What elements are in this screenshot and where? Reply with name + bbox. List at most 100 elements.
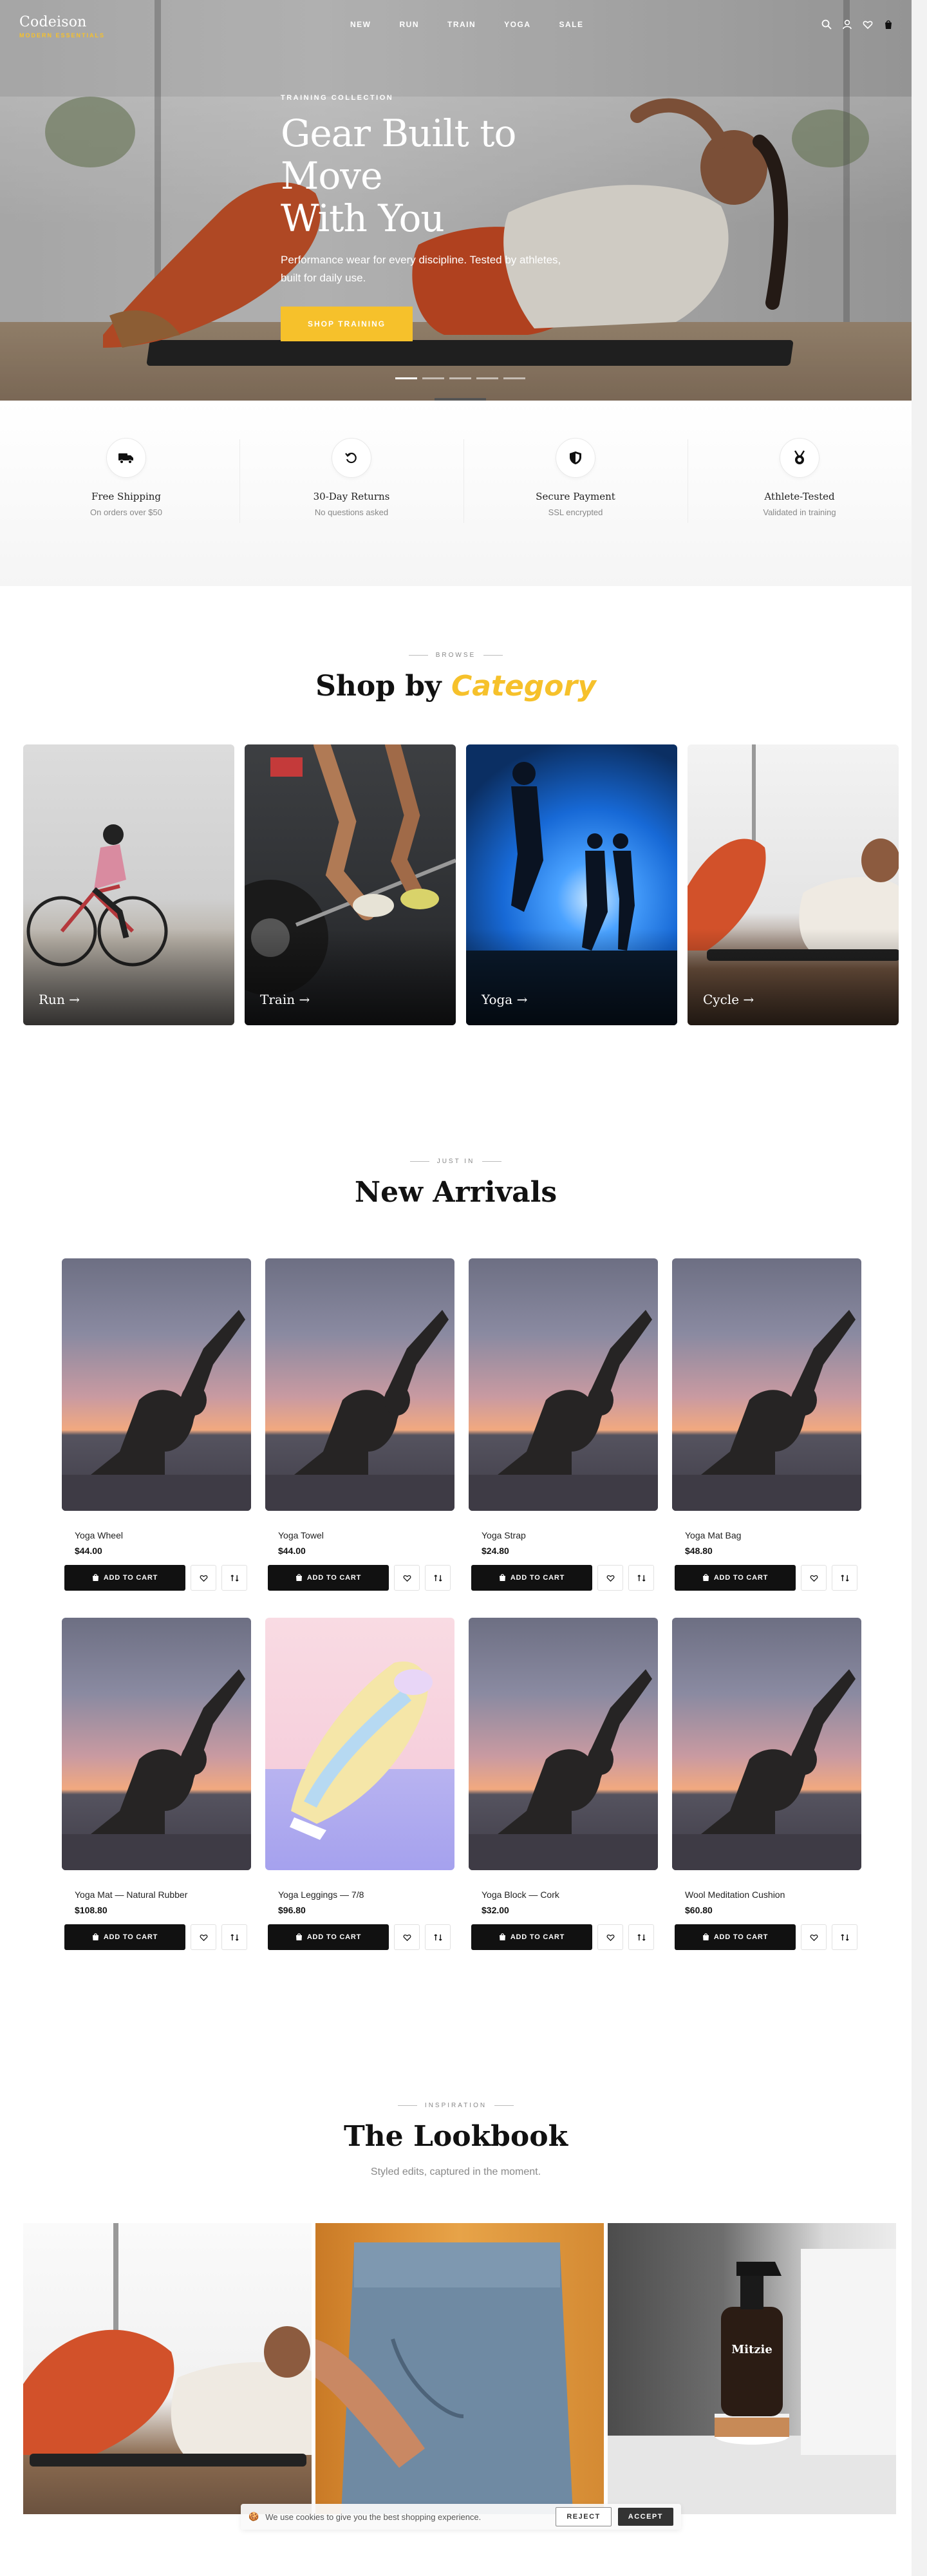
product-card[interactable]: Yoga Leggings — 7/8 $96.80 ADD TO CART (265, 1618, 454, 1950)
page-scroll-gutter (912, 0, 927, 2576)
feature-free-shipping: Free Shipping On orders over $50 (30, 438, 223, 517)
add-to-cart-button[interactable]: ADD TO CART (675, 1924, 796, 1950)
wishlist-icon[interactable] (597, 1924, 623, 1950)
cart-icon[interactable] (882, 18, 895, 31)
medal-icon (780, 438, 819, 478)
product-actions: ADD TO CART (62, 1924, 251, 1950)
slide-dot[interactable] (449, 377, 471, 379)
wishlist-icon[interactable] (861, 18, 874, 31)
wishlist-icon[interactable] (191, 1565, 216, 1591)
categories-title: Shop by Category (315, 670, 596, 703)
site-header: Codeison MODERN ESSENTIALS NEW RUN TRAIN… (0, 0, 912, 52)
arrivals-title: New Arrivals (354, 1176, 557, 1209)
wishlist-icon[interactable] (394, 1565, 420, 1591)
cookie-text: We use cookies to give you the best shop… (265, 2512, 482, 2522)
slide-dot[interactable] (476, 377, 498, 379)
add-to-cart-label: ADD TO CART (103, 1574, 158, 1582)
category-card-run[interactable]: Run → (23, 744, 234, 1025)
product-name[interactable]: Yoga Block — Cork (469, 1889, 658, 1900)
nav-run[interactable]: RUN (400, 20, 420, 29)
product-name[interactable]: Yoga Towel (265, 1530, 454, 1540)
product-card[interactable]: Yoga Mat — Natural Rubber $108.80 ADD TO C… (62, 1618, 251, 1950)
product-name[interactable]: Yoga Leggings — 7/8 (265, 1889, 454, 1900)
hero-content: TRAINING COLLECTION Gear Built to Move W… (281, 94, 615, 341)
compare-icon[interactable] (425, 1565, 451, 1591)
product-name[interactable]: Yoga Mat Bag (672, 1530, 861, 1540)
add-to-cart-label: ADD TO CART (510, 1574, 565, 1582)
cookie-icon: 🍪 (248, 2512, 259, 2521)
compare-icon[interactable] (628, 1565, 654, 1591)
reject-cookies-button[interactable]: REJECT (556, 2507, 612, 2526)
product-price: $96.80 (278, 1905, 306, 1915)
category-card-cycle[interactable]: Cycle → (688, 744, 899, 1025)
product-card[interactable]: Wool Meditation Cushion $60.80 ADD TO CART (672, 1618, 861, 1950)
compare-icon[interactable] (425, 1924, 451, 1950)
add-to-cart-button[interactable]: ADD TO CART (64, 1565, 185, 1591)
add-to-cart-label: ADD TO CART (306, 1933, 362, 1941)
product-card[interactable]: Yoga Towel $44.00 ADD TO CART (265, 1258, 454, 1591)
product-card[interactable]: Yoga Mat Bag $48.80 ADD TO CART (672, 1258, 861, 1591)
product-actions: ADD TO CART (469, 1565, 658, 1591)
add-to-cart-button[interactable]: ADD TO CART (471, 1565, 592, 1591)
wishlist-icon[interactable] (597, 1565, 623, 1591)
nav-sale[interactable]: SALE (559, 20, 584, 29)
category-card-train[interactable]: Train → (245, 744, 456, 1025)
wishlist-icon[interactable] (191, 1924, 216, 1950)
product-card[interactable]: Yoga Strap $24.80 ADD TO CART (469, 1258, 658, 1591)
product-actions: ADD TO CART (62, 1565, 251, 1591)
compare-icon[interactable] (628, 1924, 654, 1950)
product-name[interactable]: Yoga Strap (469, 1530, 658, 1540)
add-to-cart-button[interactable]: ADD TO CART (675, 1565, 796, 1591)
product-image[interactable] (62, 1258, 251, 1511)
compare-icon[interactable] (832, 1924, 857, 1950)
category-label-yoga: Yoga → (482, 992, 528, 1007)
wishlist-icon[interactable] (801, 1565, 827, 1591)
lookbook-image-workout[interactable] (23, 2223, 312, 2514)
product-image[interactable] (62, 1618, 251, 1870)
product-image[interactable] (672, 1618, 861, 1870)
product-image[interactable] (469, 1258, 658, 1511)
product-image[interactable] (672, 1258, 861, 1511)
product-name[interactable]: Yoga Mat — Natural Rubber (62, 1889, 251, 1900)
shop-training-button[interactable]: SHOP TRAINING (281, 307, 413, 341)
product-card[interactable]: Yoga Block — Cork $32.00 ADD TO CART (469, 1618, 658, 1950)
add-to-cart-label: ADD TO CART (713, 1574, 769, 1582)
slide-dot[interactable] (395, 377, 417, 379)
truck-icon (106, 438, 146, 478)
compare-icon[interactable] (221, 1924, 247, 1950)
product-card[interactable]: Yoga Wheel $44.00 ADD TO CART (62, 1258, 251, 1591)
add-to-cart-button[interactable]: ADD TO CART (268, 1924, 389, 1950)
lookbook-image-bottle[interactable]: Mitzie (608, 2223, 896, 2514)
product-name[interactable]: Wool Meditation Cushion (672, 1889, 861, 1900)
search-icon[interactable] (820, 18, 833, 31)
slide-dot[interactable] (422, 377, 444, 379)
product-price: $60.80 (685, 1905, 713, 1915)
lookbook-image-pants[interactable] (315, 2223, 604, 2514)
add-to-cart-label: ADD TO CART (103, 1933, 158, 1941)
nav-train[interactable]: TRAIN (447, 20, 476, 29)
add-to-cart-label: ADD TO CART (713, 1933, 769, 1941)
compare-icon[interactable] (221, 1565, 247, 1591)
account-icon[interactable] (841, 18, 854, 31)
nav-yoga[interactable]: YOGA (504, 20, 530, 29)
bag-icon (92, 1933, 99, 1942)
add-to-cart-button[interactable]: ADD TO CART (64, 1924, 185, 1950)
product-image[interactable] (265, 1618, 454, 1870)
wishlist-icon[interactable] (394, 1924, 420, 1950)
add-to-cart-button[interactable]: ADD TO CART (471, 1924, 592, 1950)
main-nav: NEW RUN TRAIN YOGA SALE (350, 20, 612, 29)
product-name[interactable]: Yoga Wheel (62, 1530, 251, 1540)
categories-kicker: BROWSE (0, 652, 912, 659)
category-card-yoga[interactable]: Yoga → (466, 744, 677, 1025)
logo[interactable]: Codeison MODERN ESSENTIALS (19, 14, 105, 39)
add-to-cart-button[interactable]: ADD TO CART (268, 1565, 389, 1591)
feature-secure-payment: Secure Payment SSL encrypted (479, 438, 672, 517)
add-to-cart-label: ADD TO CART (306, 1574, 362, 1582)
accept-cookies-button[interactable]: ACCEPT (617, 2508, 673, 2526)
nav-new[interactable]: NEW (350, 20, 371, 29)
compare-icon[interactable] (832, 1565, 857, 1591)
product-image[interactable] (265, 1258, 454, 1511)
product-image[interactable] (469, 1618, 658, 1870)
slide-dot[interactable] (503, 377, 525, 379)
wishlist-icon[interactable] (801, 1924, 827, 1950)
